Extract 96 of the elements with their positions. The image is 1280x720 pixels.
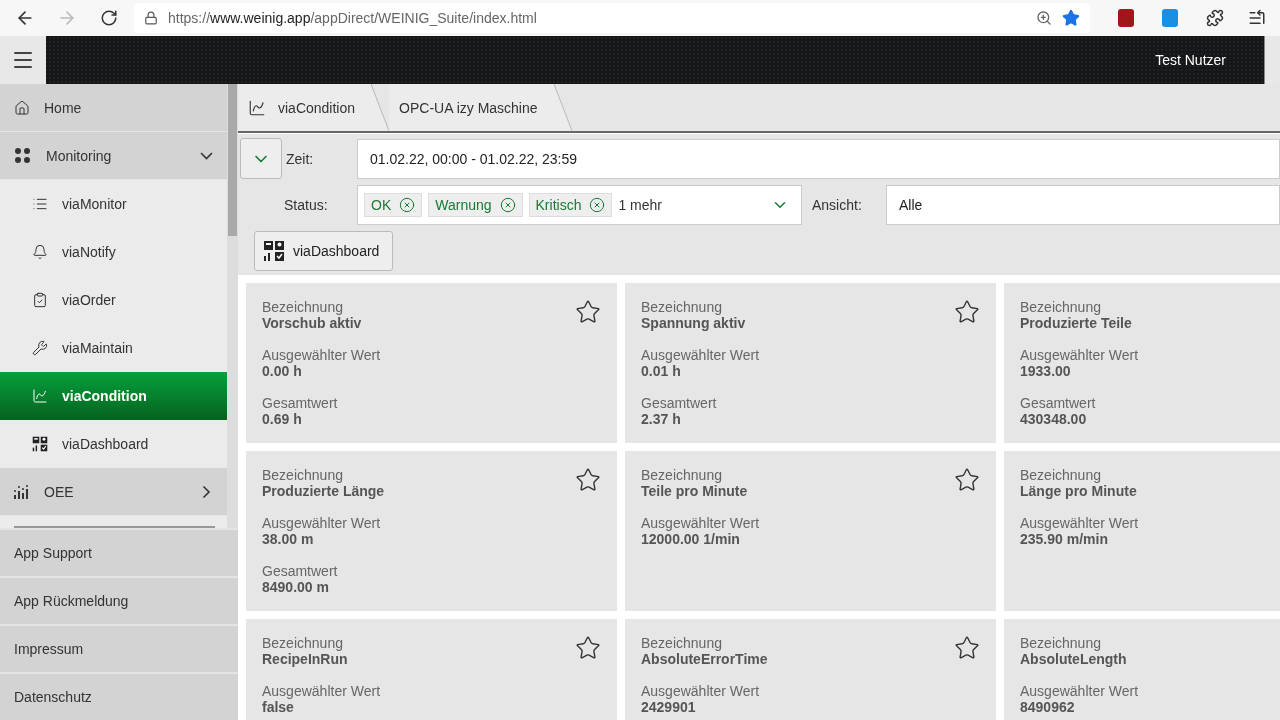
status-tag[interactable]: Warnung [428,193,523,217]
field-value: Spannung aktiv [641,315,746,331]
field-value: 0.01 h [641,363,681,379]
field-value: 2.37 h [641,411,681,427]
field-label: Ausgewählter Wert [641,683,759,699]
field-label: Ausgewählter Wert [262,515,380,531]
list-icon [32,196,48,212]
favorite-star-icon[interactable] [575,635,601,661]
favorite-star-icon[interactable] [954,299,980,325]
field-label: Bezeichnung [262,467,343,483]
bar-chart-icon [14,484,30,499]
url-text: https://www.weinig.app/appDirect/WEINIG_Suite/index.html [168,10,538,26]
view-field[interactable]: Alle [886,185,1280,225]
field-label: Bezeichnung [641,299,722,315]
line-chart-icon [32,388,48,404]
chevron-icon [202,485,211,498]
more-count: 1 mehr [618,197,663,213]
user-name[interactable]: Test Nutzer [1155,52,1264,68]
favorite-star-icon[interactable] [575,467,601,493]
field-label: Gesamtwert [262,395,338,411]
field-label: Ausgewählter Wert [1020,683,1138,699]
field-value: Produzierte Länge [262,483,385,499]
field-value: AbsoluteLength [1020,651,1127,667]
sidebar-group[interactable]: Monitoring [0,132,227,180]
status-tag[interactable]: Kritisch [528,193,613,217]
field-label: Bezeichnung [1020,299,1101,315]
header-button[interactable] [1264,36,1280,84]
remove-icon[interactable] [589,197,606,213]
field-label: Bezeichnung [641,635,722,651]
field-label: Ansicht: [811,197,863,213]
breadcrumb-tab[interactable]: OPC-UA izy Maschine [389,84,554,131]
field-label: Ausgewählter Wert [641,515,759,531]
time-field[interactable]: 01.02.22, 00:00 - 01.02.22, 23:59 [357,138,1280,179]
sidebar-item[interactable]: Home [0,84,227,132]
monitoring-icon [14,146,32,165]
field-value: 430348.00 [1020,411,1087,427]
field-value: 0.69 h [262,411,302,427]
favorites-icon[interactable] [1248,9,1266,27]
bell-icon [32,244,48,260]
lock-icon [144,11,158,25]
field-label: Bezeichnung [641,467,722,483]
field-label: Ausgewählter Wert [262,683,380,699]
home-icon [14,99,30,116]
tab-separator [371,84,390,131]
field-label: Gesamtwert [262,563,338,579]
field-label: Ausgewählter Wert [641,347,759,363]
bookmark-star-icon[interactable] [1062,9,1080,27]
field-label: Ausgewählter Wert [1020,347,1138,363]
menu-button[interactable] [0,36,46,84]
clipboard-icon [32,292,48,308]
sidebar-item[interactable]: viaCondition [0,372,227,420]
field-label: Status: [283,197,329,213]
field-label: Bezeichnung [1020,467,1101,483]
field-label: Gesamtwert [641,395,717,411]
field-value: 2429901 [641,699,696,715]
reload-icon [100,9,118,27]
favorite-star-icon[interactable] [954,467,980,493]
field-value: Länge pro Minute [1020,483,1137,499]
wrench-icon [32,340,48,356]
zoom-icon[interactable] [1036,10,1052,26]
field-value: 38.00 m [262,531,314,547]
puzzle-icon[interactable] [1206,9,1224,27]
field-value: 1933.00 [1020,363,1071,379]
field-value: Teile pro Minute [641,483,748,499]
field-value: Produzierte Teile [1020,315,1132,331]
field-value: 235.90 m/min [1020,531,1108,547]
field-label: Gesamtwert [1020,395,1096,411]
favorite-star-icon[interactable] [954,635,980,661]
field-label: Ausgewählter Wert [1020,515,1138,531]
dashboard-icon [263,240,285,262]
address-bar[interactable]: https://www.weinig.app/appDirect/WEINIG_Suite/index.html [134,3,1090,33]
sidebar-group[interactable]: OEE [0,468,227,516]
status-tag[interactable]: OK [364,193,423,217]
breadcrumb-tab[interactable]: viaCondition [238,84,372,131]
field-value: false [262,699,294,715]
field-value: 0.00 h [262,363,302,379]
chevron-icon [200,151,213,160]
field-value: 12000.00 1/min [641,531,740,547]
field-label: Bezeichnung [262,635,343,651]
field-label: Zeit: [285,150,315,167]
line-chart-icon [248,98,266,117]
dashboard-icon [32,436,48,452]
dashboard-button[interactable]: viaDashboard [254,231,393,271]
field-label: Ausgewählter Wert [262,347,380,363]
field-value: Vorschub aktiv [262,315,362,331]
favorite-star-icon[interactable] [575,299,601,325]
field-value: RecipeInRun [262,651,348,667]
field-value: 8490.00 m [262,579,329,595]
remove-icon[interactable] [399,197,416,213]
scrollbar[interactable] [227,84,238,528]
remove-icon[interactable] [499,197,516,213]
field-value: 8490962 [1020,699,1075,715]
field-value: AbsoluteErrorTime [641,651,768,667]
field-label: Bezeichnung [1020,635,1101,651]
field-label: Bezeichnung [262,299,343,315]
status-select[interactable]: OK Warnung Kritisch 1 mehr [357,185,802,225]
